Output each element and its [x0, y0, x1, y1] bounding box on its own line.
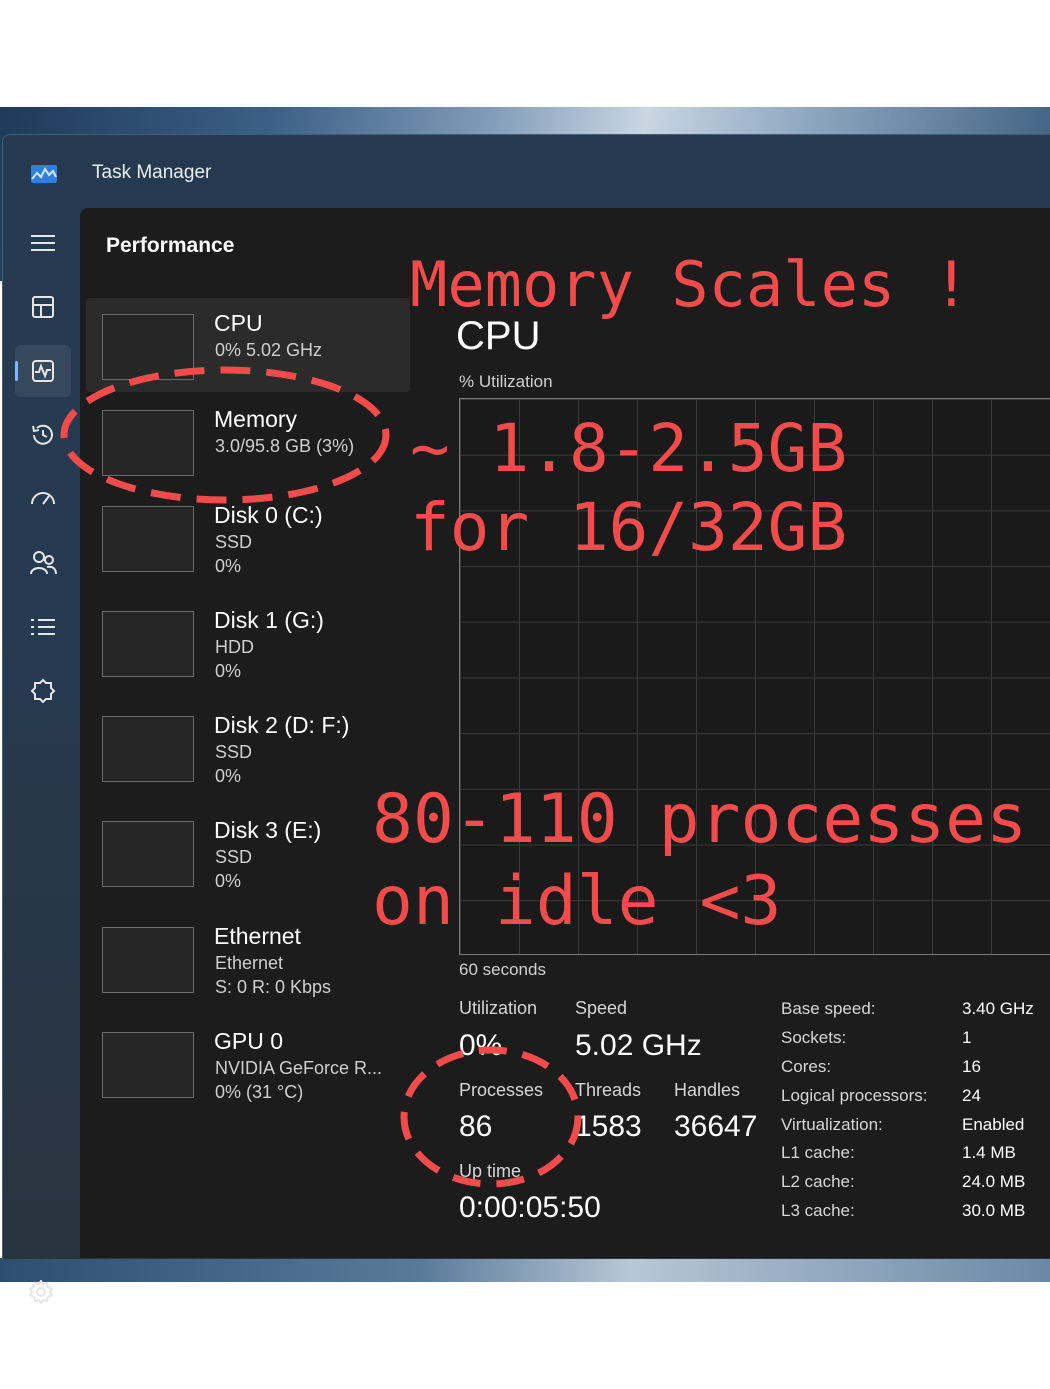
annotation-highlights	[60, 366, 582, 1188]
memory-highlight-ellipse	[60, 366, 390, 504]
processes-highlight-ellipse	[400, 1046, 582, 1188]
